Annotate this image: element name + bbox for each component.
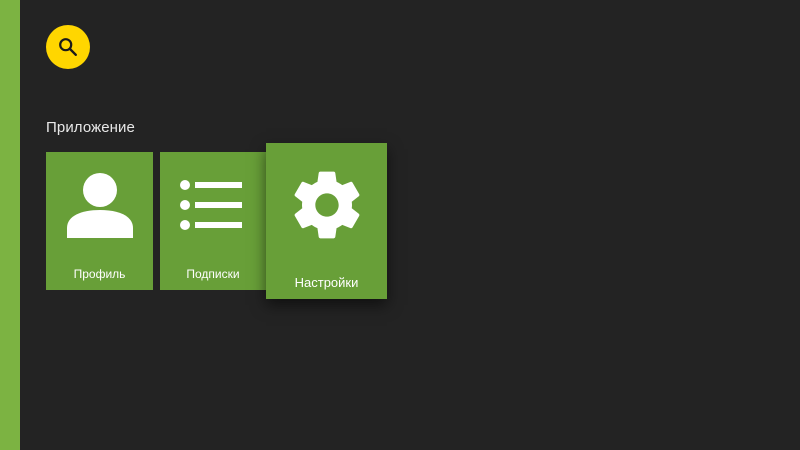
settings-card-label: Настройки: [294, 275, 359, 290]
search-button[interactable]: [46, 25, 90, 69]
settings-icon: [266, 165, 387, 245]
profile-card-label: Профиль: [73, 267, 126, 281]
subscriptions-card-label: Подписки: [186, 267, 240, 281]
side-accent-strip: [0, 0, 20, 450]
search-icon: [57, 36, 79, 58]
profile-card[interactable]: Профиль: [46, 152, 153, 290]
section-title: Приложение: [46, 119, 135, 136]
settings-card[interactable]: Настройки: [266, 143, 387, 299]
person-icon: [46, 170, 153, 240]
list-icon: [160, 170, 266, 234]
subscriptions-card[interactable]: Подписки: [160, 152, 266, 290]
app-screen: Приложение Профиль Подписки Настройки: [0, 0, 800, 450]
